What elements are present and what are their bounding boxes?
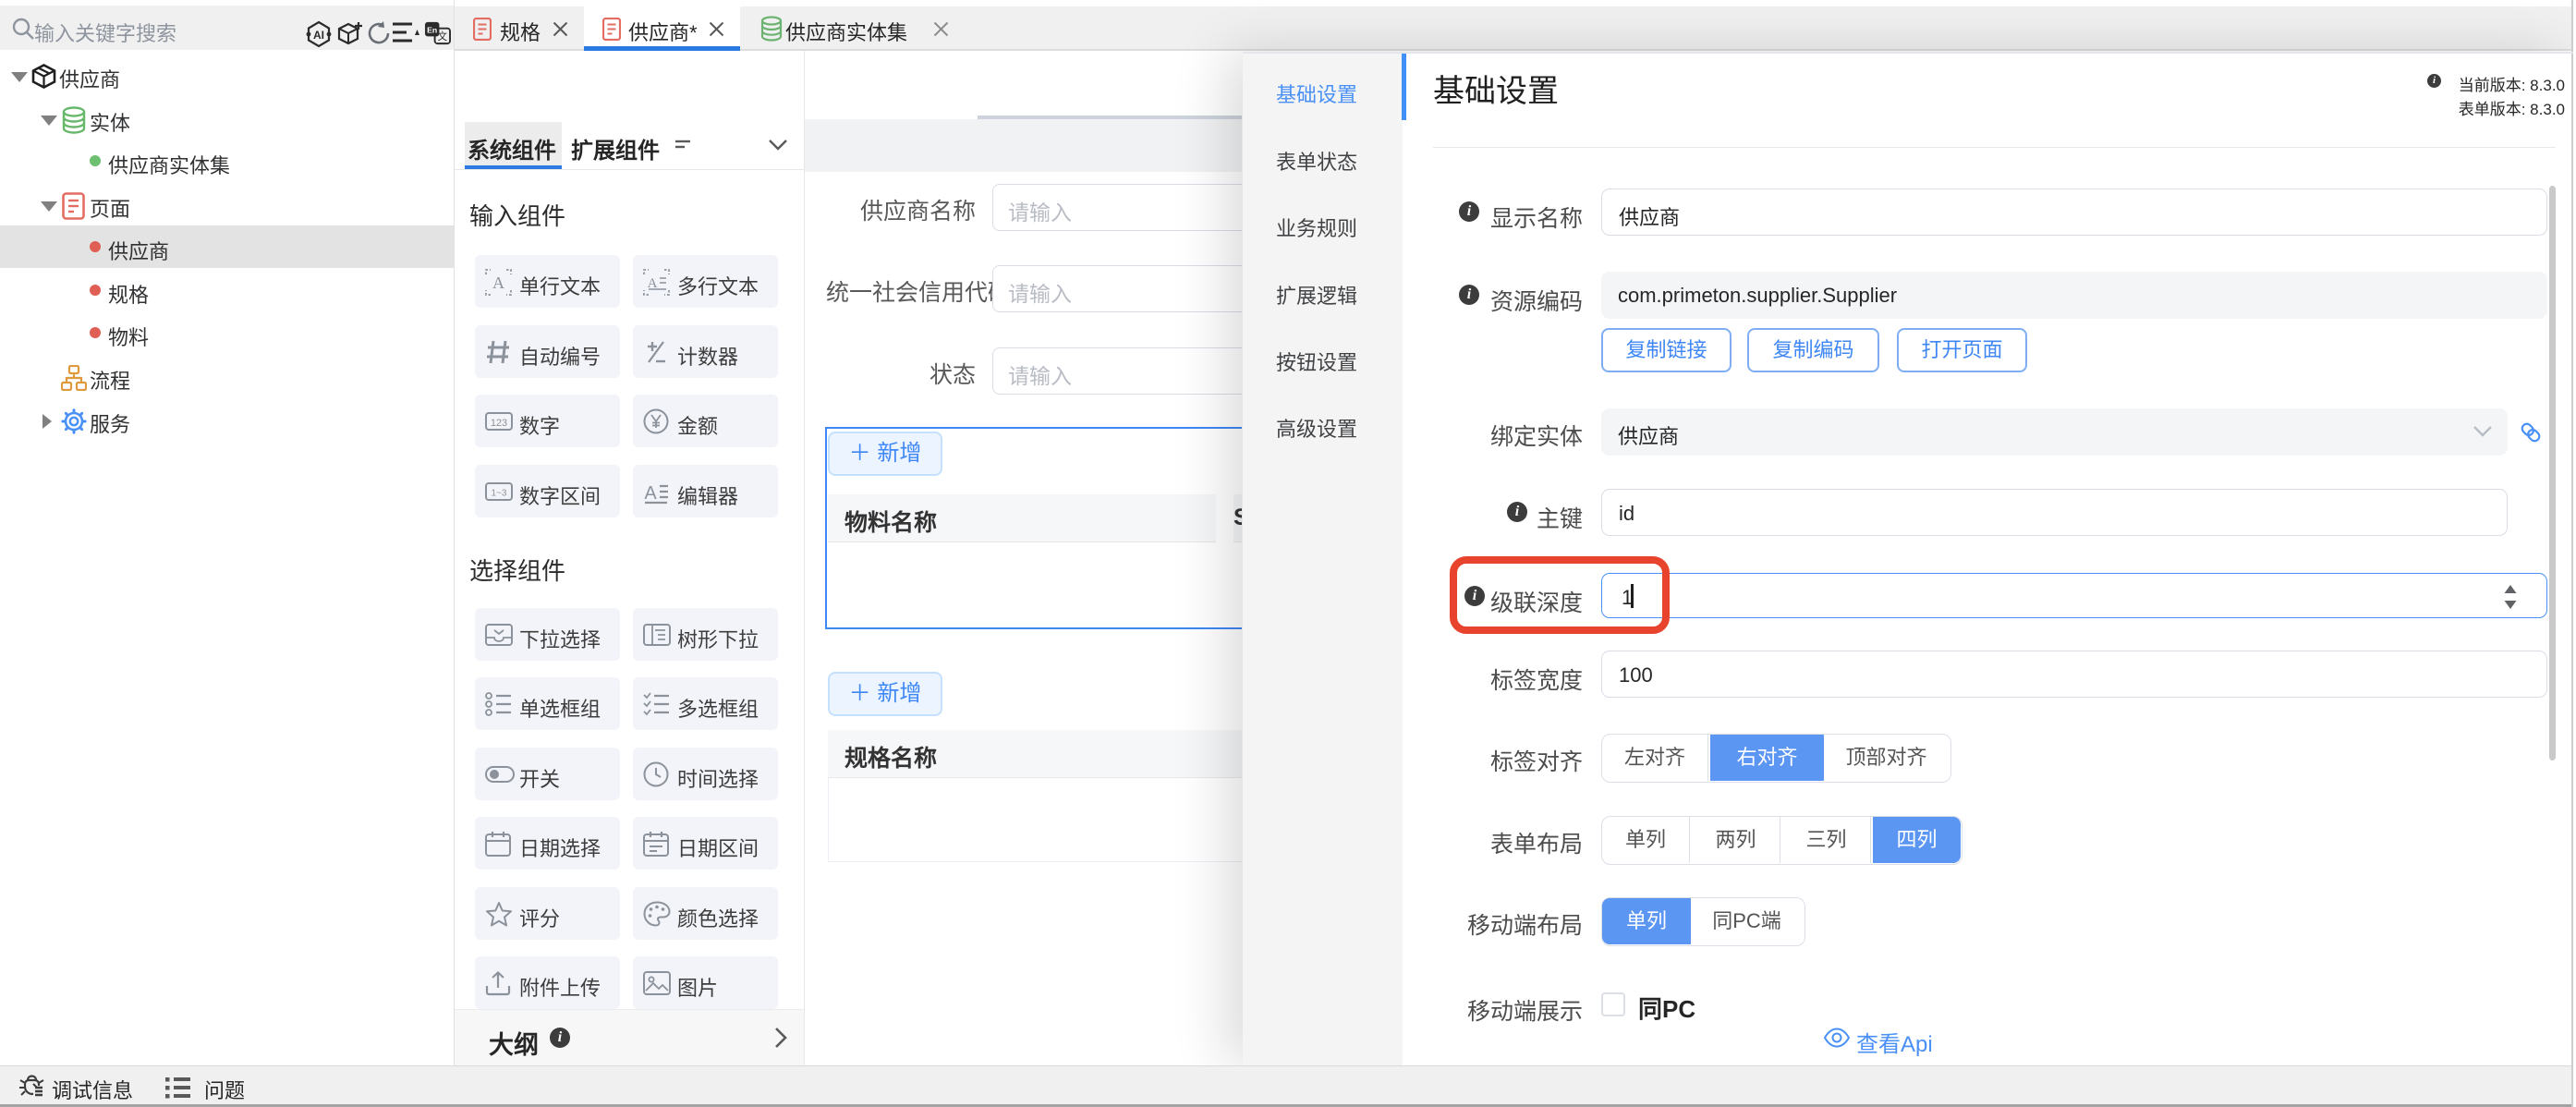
svg-text:A: A — [492, 274, 504, 292]
svg-text:En: En — [427, 26, 437, 35]
svg-text:1~3: 1~3 — [492, 489, 507, 499]
svg-text:A: A — [644, 483, 657, 504]
svg-text:123: 123 — [491, 418, 507, 429]
svg-text:AI: AI — [313, 29, 324, 42]
